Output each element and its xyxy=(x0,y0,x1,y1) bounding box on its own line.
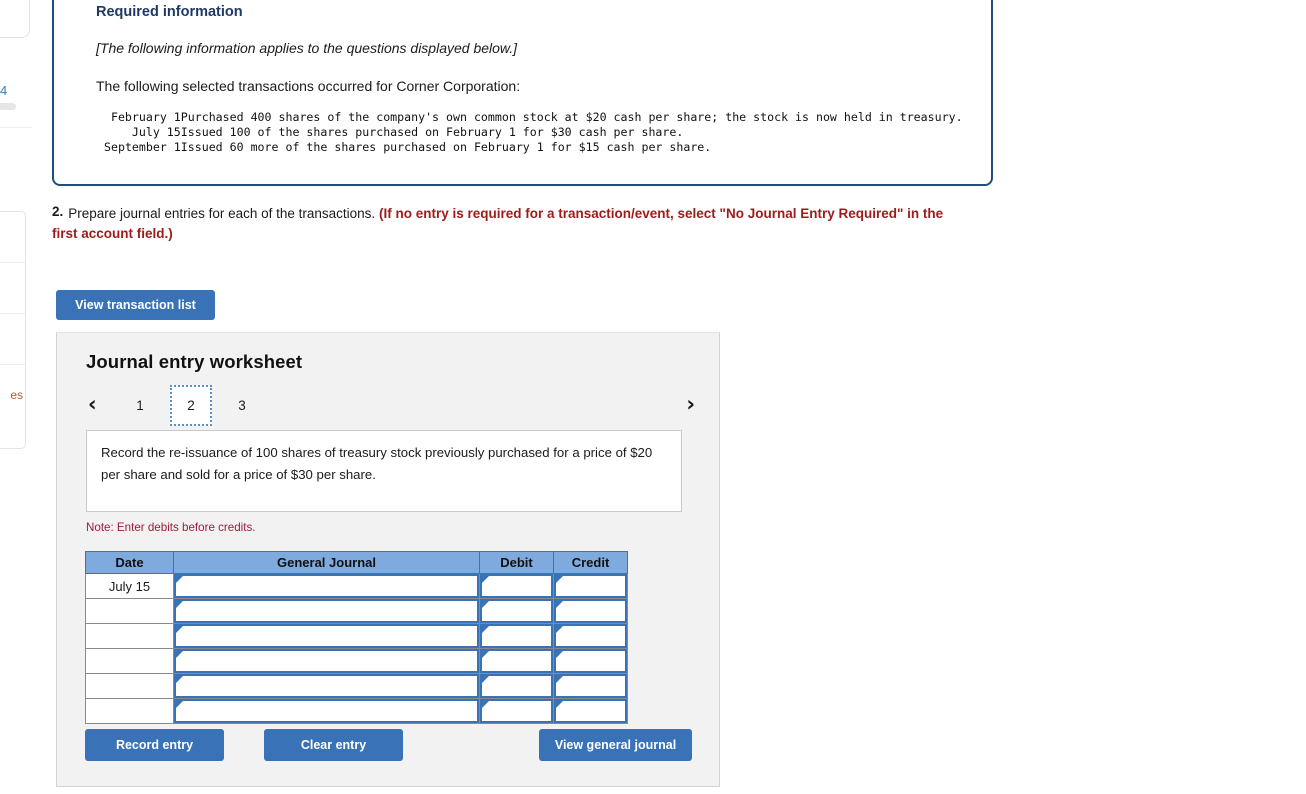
general-journal-input[interactable] xyxy=(174,624,479,648)
credit-cell[interactable] xyxy=(553,623,628,649)
debit-input[interactable] xyxy=(480,599,553,623)
transaction-row: February 1 Purchased 400 shares of the co… xyxy=(104,110,963,125)
date-cell[interactable] xyxy=(85,648,174,674)
question-block: 2. Prepare journal entries for each of t… xyxy=(52,204,952,244)
debit-cell[interactable] xyxy=(479,623,554,649)
clear-entry-button[interactable]: Clear entry xyxy=(264,729,403,761)
required-information-title: Required information xyxy=(96,4,243,20)
general-journal-cell[interactable] xyxy=(173,673,480,699)
debit-input[interactable] xyxy=(480,674,553,698)
credit-input[interactable] xyxy=(554,699,627,723)
credit-cell[interactable] xyxy=(553,673,628,699)
worksheet-pager: ‹ › 123 xyxy=(86,385,697,426)
date-cell[interactable] xyxy=(85,623,174,649)
applies-note: [The following information applies to th… xyxy=(96,40,518,56)
transaction-description: Purchased 400 shares of the company's ow… xyxy=(180,110,963,124)
general-journal-cell[interactable] xyxy=(173,623,480,649)
table-row xyxy=(85,623,628,649)
debit-input[interactable] xyxy=(480,699,553,723)
instruction-box: Record the re-issuance of 100 shares of … xyxy=(86,430,682,512)
column-header-debit: Debit xyxy=(479,551,554,574)
record-entry-button[interactable]: Record entry xyxy=(85,729,224,761)
general-journal-cell[interactable] xyxy=(173,698,480,724)
debits-before-credits-note: Note: Enter debits before credits. xyxy=(86,521,256,534)
transaction-description: Issued 100 of the shares purchased on Fe… xyxy=(180,125,684,140)
left-edge-chrome: 4 es xyxy=(0,0,48,794)
list-item[interactable]: es xyxy=(0,365,25,416)
date-cell[interactable] xyxy=(85,698,174,724)
debit-cell[interactable] xyxy=(479,573,554,599)
general-journal-input[interactable] xyxy=(174,699,479,723)
transaction-date: July 15 xyxy=(131,125,181,140)
table-row xyxy=(85,673,628,699)
page-root: 4 es Required information [The following… xyxy=(0,0,1306,794)
transaction-date: September 1 xyxy=(104,140,181,155)
view-general-journal-button[interactable]: View general journal xyxy=(539,729,692,761)
debit-cell[interactable] xyxy=(479,698,554,724)
general-journal-cell[interactable] xyxy=(173,573,480,599)
pager-tab-1[interactable]: 1 xyxy=(119,385,161,426)
general-journal-cell[interactable] xyxy=(173,648,480,674)
credit-cell[interactable] xyxy=(553,648,628,674)
pager-tab-2[interactable]: 2 xyxy=(170,385,212,426)
transaction-row: July 15 Issued 100 of the shares purchase… xyxy=(104,125,963,140)
credit-input[interactable] xyxy=(554,674,627,698)
table-row: July 15 xyxy=(85,573,628,599)
column-header-general-journal: General Journal xyxy=(173,551,480,574)
transaction-date: February 1 xyxy=(110,110,181,124)
credit-cell[interactable] xyxy=(553,573,628,599)
sidebar-list-partial[interactable]: es xyxy=(0,211,26,449)
date-cell[interactable]: July 15 xyxy=(85,573,174,599)
worksheet-title: Journal entry worksheet xyxy=(86,351,303,372)
credit-cell[interactable] xyxy=(553,598,628,624)
credit-cell[interactable] xyxy=(553,698,628,724)
question-text: Prepare journal entries for each of the … xyxy=(52,204,952,244)
general-journal-cell[interactable] xyxy=(173,598,480,624)
date-cell[interactable] xyxy=(85,598,174,624)
credit-input[interactable] xyxy=(554,649,627,673)
pager-tab-3[interactable]: 3 xyxy=(221,385,263,426)
debit-input[interactable] xyxy=(480,624,553,648)
lead-in-text: The following selected transactions occu… xyxy=(96,78,521,94)
profile-card-partial xyxy=(0,0,30,38)
column-header-date: Date xyxy=(85,551,174,574)
view-transaction-list-button[interactable]: View transaction list xyxy=(56,290,215,320)
transactions-table: February 1 Purchased 400 shares of the co… xyxy=(104,110,963,156)
credit-input[interactable] xyxy=(554,599,627,623)
page-badge-number: 4 xyxy=(0,83,8,98)
general-journal-input[interactable] xyxy=(174,674,479,698)
debit-cell[interactable] xyxy=(479,598,554,624)
divider xyxy=(0,127,32,128)
debit-input[interactable] xyxy=(480,649,553,673)
general-journal-input[interactable] xyxy=(174,649,479,673)
chevron-right-icon[interactable]: › xyxy=(686,390,695,418)
list-item[interactable] xyxy=(0,212,25,263)
list-item[interactable] xyxy=(0,263,25,314)
general-journal-input[interactable] xyxy=(174,599,479,623)
credit-input[interactable] xyxy=(554,574,627,598)
question-prompt: Prepare journal entries for each of the … xyxy=(68,206,376,221)
credit-input[interactable] xyxy=(554,624,627,648)
list-item-label: es xyxy=(10,388,23,402)
required-information-box: Required information [The following info… xyxy=(52,0,993,186)
progress-pill xyxy=(0,103,16,110)
table-header-row: Date General Journal Debit Credit xyxy=(85,551,628,574)
journal-entry-worksheet-panel: Journal entry worksheet ‹ › 123 Record t… xyxy=(56,332,720,787)
debit-input[interactable] xyxy=(480,574,553,598)
transaction-row: September 1 Issued 60 more of the shares … xyxy=(104,140,963,155)
column-header-credit: Credit xyxy=(553,551,628,574)
transaction-description: Issued 60 more of the shares purchased o… xyxy=(180,140,712,155)
journal-entry-table: Date General Journal Debit Credit July 15 xyxy=(85,551,628,724)
table-row xyxy=(85,598,628,624)
debit-cell[interactable] xyxy=(479,648,554,674)
instruction-text: Record the re-issuance of 100 shares of … xyxy=(101,445,653,482)
list-item[interactable] xyxy=(0,314,25,365)
table-row xyxy=(85,648,628,674)
chevron-left-icon[interactable]: ‹ xyxy=(88,390,97,418)
table-row xyxy=(85,698,628,724)
general-journal-input[interactable] xyxy=(174,574,479,598)
date-cell[interactable] xyxy=(85,673,174,699)
debit-cell[interactable] xyxy=(479,673,554,699)
question-number: 2. xyxy=(52,204,64,219)
